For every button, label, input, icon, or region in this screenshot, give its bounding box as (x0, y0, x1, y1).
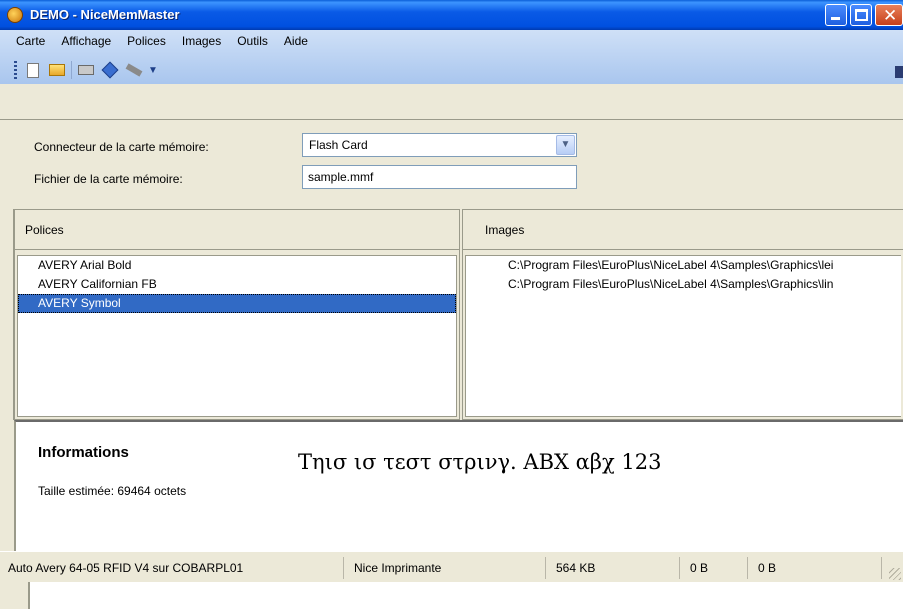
chevron-down-icon[interactable]: ▼ (556, 135, 575, 155)
toolbar-grip-icon[interactable] (14, 61, 17, 79)
status-used-2: 0 B (754, 557, 882, 579)
info-left-edge (0, 420, 14, 551)
status-memory: 564 KB (552, 557, 680, 579)
connector-label: Connecteur de la carte mémoire: (34, 140, 209, 154)
new-file-icon[interactable] (23, 60, 43, 80)
info-title: Informations (38, 444, 129, 461)
connector-value: Flash Card (309, 138, 368, 152)
file-input-field[interactable] (303, 166, 576, 188)
fonts-panel-header: Polices (15, 210, 459, 250)
images-panel: Images C:\Program Files\EuroPlus\NiceLab… (462, 209, 903, 420)
erase-icon[interactable] (124, 60, 144, 80)
toolbar-options-icon[interactable]: ▼ (148, 60, 158, 80)
images-panel-title: Images (485, 223, 525, 237)
menubar-overflow-icon[interactable] (895, 66, 903, 78)
fonts-list[interactable]: AVERY Arial Bold AVERY Californian FB AV… (17, 255, 457, 417)
divider (0, 119, 903, 120)
list-item[interactable]: C:\Program Files\EuroPlus\NiceLabel 4\Sa… (466, 275, 901, 294)
list-item[interactable]: AVERY Californian FB (18, 275, 456, 294)
status-printer: Auto Avery 64-05 RFID V4 sur COBARPL01 (4, 557, 344, 579)
close-icon: ✕ (883, 6, 898, 25)
close-button[interactable]: ✕ (875, 4, 903, 26)
minimize-button[interactable] (825, 4, 847, 26)
menu-carte[interactable]: Carte (16, 32, 53, 50)
status-used-1: 0 B (686, 557, 748, 579)
maximize-icon (855, 9, 868, 21)
menu: Carte Affichage Polices Images Outils Ai… (16, 32, 324, 50)
menu-aide[interactable]: Aide (284, 32, 316, 50)
info-panel: Informations Taille estimée: 69464 octet… (14, 420, 903, 551)
menu-bar: Carte Affichage Polices Images Outils Ai… (0, 30, 903, 609)
fonts-panel-title: Polices (25, 223, 64, 237)
list-item-selected[interactable]: AVERY Symbol (18, 294, 456, 313)
open-folder-icon[interactable] (47, 60, 67, 80)
menu-polices[interactable]: Polices (127, 32, 174, 50)
images-list[interactable]: C:\Program Files\EuroPlus\NiceLabel 4\Sa… (465, 255, 901, 417)
list-item[interactable]: AVERY Arial Bold (18, 256, 456, 275)
fonts-panel: Polices AVERY Arial Bold AVERY Californi… (14, 209, 460, 420)
minimize-icon (831, 17, 840, 20)
window-title: DEMO - NiceMemMaster (30, 7, 180, 22)
status-driver: Nice Imprimante (350, 557, 546, 579)
menu-images[interactable]: Images (182, 32, 229, 50)
menu-affichage[interactable]: Affichage (61, 32, 119, 50)
panel-left-edge (0, 209, 14, 420)
file-input[interactable] (302, 165, 577, 189)
connector-select[interactable]: Flash Card ▼ (302, 133, 577, 157)
menu-outils[interactable]: Outils (237, 32, 276, 50)
status-bar: Auto Avery 64-05 RFID V4 sur COBARPL01 N… (0, 551, 903, 582)
list-item[interactable]: C:\Program Files\EuroPlus\NiceLabel 4\Sa… (466, 256, 901, 275)
app-window: DEMO - NiceMemMaster ✕ Carte Affichage P… (0, 0, 903, 609)
toolbar-separator (71, 61, 72, 79)
app-logo-icon (7, 7, 23, 23)
maximize-button[interactable] (850, 4, 872, 26)
font-preview-text: Τηισ ισ τεστ στρινγ. ΑΒΧ αβχ 123 (298, 450, 662, 474)
resize-grip-icon[interactable] (889, 568, 901, 580)
file-label: Fichier de la carte mémoire: (34, 172, 183, 186)
toolbar: ▼ (14, 58, 903, 609)
estimated-size: Taille estimée: 69464 octets (38, 484, 187, 498)
images-panel-header: Images (463, 210, 903, 250)
title-bar[interactable]: DEMO - NiceMemMaster ✕ (0, 0, 903, 30)
send-icon[interactable] (100, 60, 120, 80)
print-icon[interactable] (76, 60, 96, 80)
